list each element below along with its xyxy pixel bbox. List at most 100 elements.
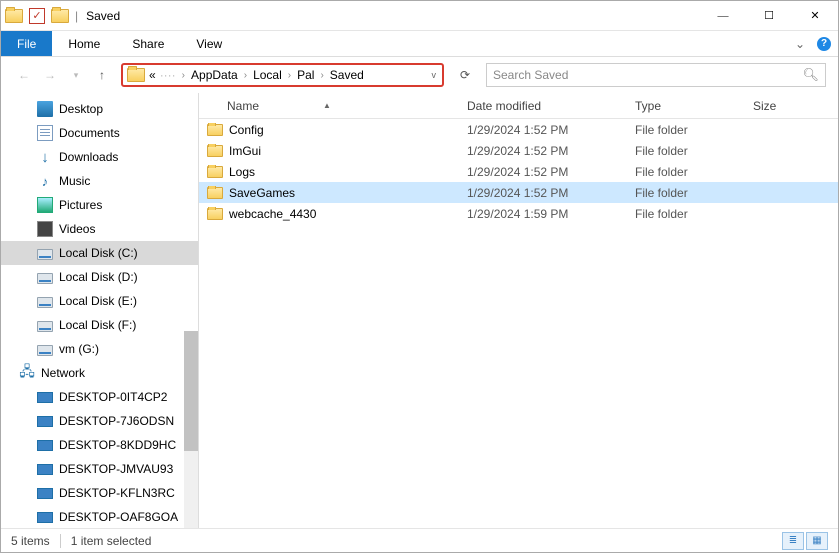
computer-icon <box>37 440 53 451</box>
column-size[interactable]: Size <box>745 99 838 113</box>
tree-label: DESKTOP-JMVAU93 <box>59 462 173 476</box>
tree-network-pc[interactable]: DESKTOP-0IT4CP2 <box>1 385 198 409</box>
address-dropdown-icon[interactable]: v <box>428 70 441 80</box>
file-name: Config <box>229 123 264 137</box>
folder-icon <box>207 208 223 220</box>
tree-label: DESKTOP-0IT4CP2 <box>59 390 167 404</box>
file-row[interactable]: webcache_44301/29/2024 1:59 PMFile folde… <box>199 203 838 224</box>
title-separator: | <box>75 9 78 23</box>
chevron-right-icon[interactable]: › <box>316 70 327 81</box>
chevron-right-icon[interactable]: › <box>178 70 189 81</box>
tree-network-pc[interactable]: DESKTOP-7J6ODSN <box>1 409 198 433</box>
search-input[interactable] <box>493 68 802 82</box>
up-button[interactable]: ↑ <box>91 64 113 86</box>
file-type: File folder <box>627 123 745 137</box>
file-date: 1/29/2024 1:52 PM <box>459 186 627 200</box>
folder-icon <box>127 68 145 82</box>
qat-properties-icon[interactable]: ✓ <box>29 8 45 24</box>
file-row[interactable]: Config1/29/2024 1:52 PMFile folder <box>199 119 838 140</box>
tab-view[interactable]: View <box>180 31 238 56</box>
file-name: ImGui <box>229 144 261 158</box>
column-date[interactable]: Date modified <box>459 99 627 113</box>
view-details-button[interactable]: ≣ <box>782 532 804 550</box>
search-icon[interactable]: 🔍︎ <box>802 67 819 83</box>
column-name[interactable]: Name▲ <box>199 99 459 113</box>
view-large-icons-button[interactable]: ▦ <box>806 532 828 550</box>
file-name: Logs <box>229 165 255 179</box>
breadcrumb[interactable]: Saved <box>328 68 366 82</box>
tab-file[interactable]: File <box>1 31 52 56</box>
back-button[interactable]: ← <box>13 64 35 86</box>
disk-icon <box>37 345 53 356</box>
disk-icon <box>37 297 53 308</box>
file-row[interactable]: Logs1/29/2024 1:52 PMFile folder <box>199 161 838 182</box>
tree-videos[interactable]: Videos <box>1 217 198 241</box>
folder-icon <box>207 124 223 136</box>
tree-pictures[interactable]: Pictures <box>1 193 198 217</box>
breadcrumb[interactable]: AppData <box>189 68 240 82</box>
tree-network-pc[interactable]: DESKTOP-OAF8GOA <box>1 505 198 528</box>
desktop-icon <box>37 101 53 117</box>
computer-icon <box>37 416 53 427</box>
help-icon: ? <box>817 37 831 51</box>
tree-label: DESKTOP-8KDD9HC <box>59 438 176 452</box>
file-rows: Config1/29/2024 1:52 PMFile folderImGui1… <box>199 119 838 528</box>
tree-network-pc[interactable]: DESKTOP-8KDD9HC <box>1 433 198 457</box>
minimize-button[interactable]: — <box>700 1 746 31</box>
tree-disk-d[interactable]: Local Disk (D:) <box>1 265 198 289</box>
videos-icon <box>37 221 53 237</box>
chevron-right-icon[interactable]: › <box>284 70 295 81</box>
tree-label: Documents <box>59 126 120 140</box>
breadcrumb-hidden[interactable]: ···· <box>158 68 178 82</box>
computer-icon <box>37 464 53 475</box>
tree-disk-c[interactable]: Local Disk (C:) <box>1 241 198 265</box>
close-button[interactable]: ✕ <box>792 1 838 31</box>
breadcrumb[interactable]: Pal <box>295 68 316 82</box>
help-button[interactable]: ? <box>810 31 838 56</box>
tab-home[interactable]: Home <box>52 31 116 56</box>
tree-label: Desktop <box>59 102 103 116</box>
breadcrumb[interactable]: Local <box>251 68 284 82</box>
navigation-bar: ← → ▾ ↑ « ···· › AppData › Local › Pal ›… <box>1 57 838 93</box>
download-icon: ↓ <box>37 149 53 165</box>
tree-network-pc[interactable]: DESKTOP-JMVAU93 <box>1 457 198 481</box>
tree-network-pc[interactable]: DESKTOP-KFLN3RC <box>1 481 198 505</box>
tree-label: Local Disk (F:) <box>59 318 136 332</box>
disk-icon <box>37 321 53 332</box>
chevron-right-icon[interactable]: › <box>240 70 251 81</box>
breadcrumb-prefix[interactable]: « <box>147 68 158 82</box>
tree-downloads[interactable]: ↓ Downloads <box>1 145 198 169</box>
music-icon: ♪ <box>37 173 53 189</box>
tree-disk-f[interactable]: Local Disk (F:) <box>1 313 198 337</box>
recent-dropdown-icon[interactable]: ▾ <box>65 64 87 86</box>
folder-icon <box>207 187 223 199</box>
tab-share[interactable]: Share <box>116 31 180 56</box>
file-row[interactable]: ImGui1/29/2024 1:52 PMFile folder <box>199 140 838 161</box>
folder-icon[interactable] <box>51 9 69 23</box>
disk-icon <box>37 249 53 260</box>
tree-label: Music <box>59 174 90 188</box>
tree-documents[interactable]: Documents <box>1 121 198 145</box>
tree-disk-g[interactable]: vm (G:) <box>1 337 198 361</box>
file-date: 1/29/2024 1:59 PM <box>459 207 627 221</box>
maximize-button[interactable]: ☐ <box>746 1 792 31</box>
file-name: SaveGames <box>229 186 295 200</box>
folder-icon <box>207 166 223 178</box>
refresh-button[interactable]: ⟳ <box>454 68 476 82</box>
search-box[interactable]: 🔍︎ <box>486 63 826 87</box>
scrollbar-thumb[interactable] <box>184 331 198 451</box>
ribbon-expand-icon[interactable]: ⌄ <box>790 31 810 56</box>
status-item-count: 5 items <box>11 534 50 548</box>
document-icon <box>37 125 53 141</box>
forward-button[interactable]: → <box>39 64 61 86</box>
tree-network[interactable]: 🖧Network <box>1 361 198 385</box>
column-type[interactable]: Type <box>627 99 745 113</box>
address-bar[interactable]: « ···· › AppData › Local › Pal › Saved v <box>121 63 444 87</box>
tree-label: Downloads <box>59 150 118 164</box>
tree-disk-e[interactable]: Local Disk (E:) <box>1 289 198 313</box>
file-name: webcache_4430 <box>229 207 316 221</box>
file-row[interactable]: SaveGames1/29/2024 1:52 PMFile folder <box>199 182 838 203</box>
file-type: File folder <box>627 144 745 158</box>
tree-music[interactable]: ♪ Music <box>1 169 198 193</box>
tree-desktop[interactable]: Desktop <box>1 97 198 121</box>
